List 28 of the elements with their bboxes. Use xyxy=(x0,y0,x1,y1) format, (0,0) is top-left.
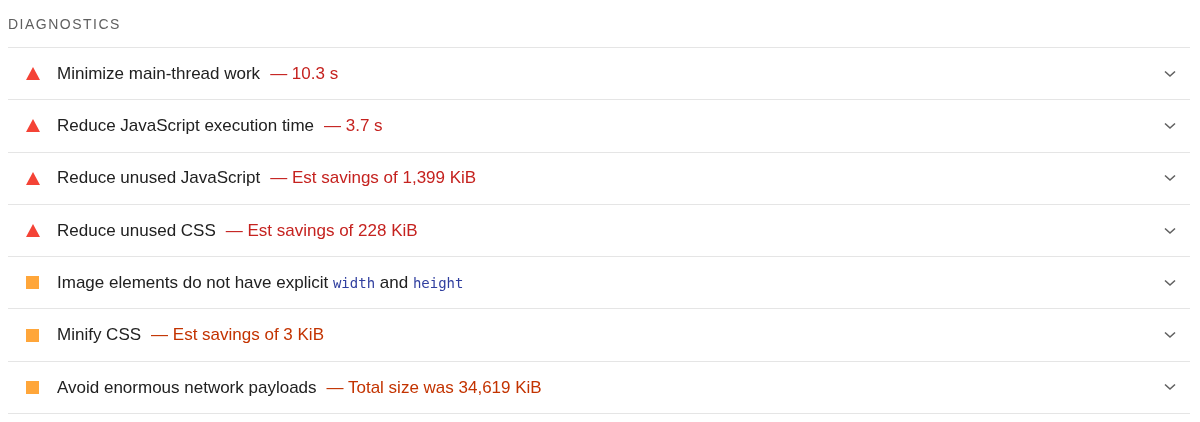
audit-row[interactable]: Reduce unused CSS — Est savings of 228 KiB xyxy=(8,204,1190,258)
chevron-icon xyxy=(1164,226,1176,235)
audit-title: Reduce JavaScript execution time xyxy=(57,115,315,138)
audit-value: — Total size was 34,619 KiB xyxy=(326,376,542,399)
audit-value: — 10.3 s xyxy=(270,62,339,85)
audit-title: Image elements do not have explicit width and height xyxy=(57,272,464,295)
audit-row[interactable]: Avoid enormous network payloads — Total size was 34,619 KiB xyxy=(8,361,1190,415)
audit-value: — Est savings of 1,399 KiB xyxy=(270,167,477,190)
audit-row[interactable]: Reduce unused JavaScript — Est savings of 1,399 KiB xyxy=(8,152,1190,205)
audit-value: — 3.7 s xyxy=(324,115,383,138)
audit-title: Minify CSS xyxy=(57,324,142,347)
chevron-icon xyxy=(1164,69,1176,78)
audit-title: Minimize main-thread work xyxy=(57,62,261,85)
chevron-icon xyxy=(1164,383,1176,392)
audit-title: Reduce unused JavaScript xyxy=(57,167,261,190)
audit-value: — Est savings of 228 KiB xyxy=(225,219,418,242)
audit-row[interactable]: Image elements do not have explicit width and height xyxy=(8,257,1190,310)
audit-row[interactable]: Minimize main-thread work — 10.3 s xyxy=(8,48,1190,101)
audit-row[interactable]: Minify CSS — Est savings of 3 KiB xyxy=(8,309,1190,362)
chevron-icon xyxy=(1164,174,1176,183)
audit-title: Reduce unused CSS xyxy=(57,219,216,242)
audit-row[interactable]: Reduce JavaScript execution time — 3.7 s xyxy=(8,100,1190,153)
section-title: DIAGNOSTICS xyxy=(8,15,121,34)
chevron-icon xyxy=(1164,121,1176,130)
audit-value: — Est savings of 3 KiB xyxy=(151,324,324,347)
audit-title: Avoid enormous network payloads xyxy=(57,376,317,399)
chevron-icon xyxy=(1164,278,1176,287)
chevron-icon xyxy=(1164,331,1176,340)
